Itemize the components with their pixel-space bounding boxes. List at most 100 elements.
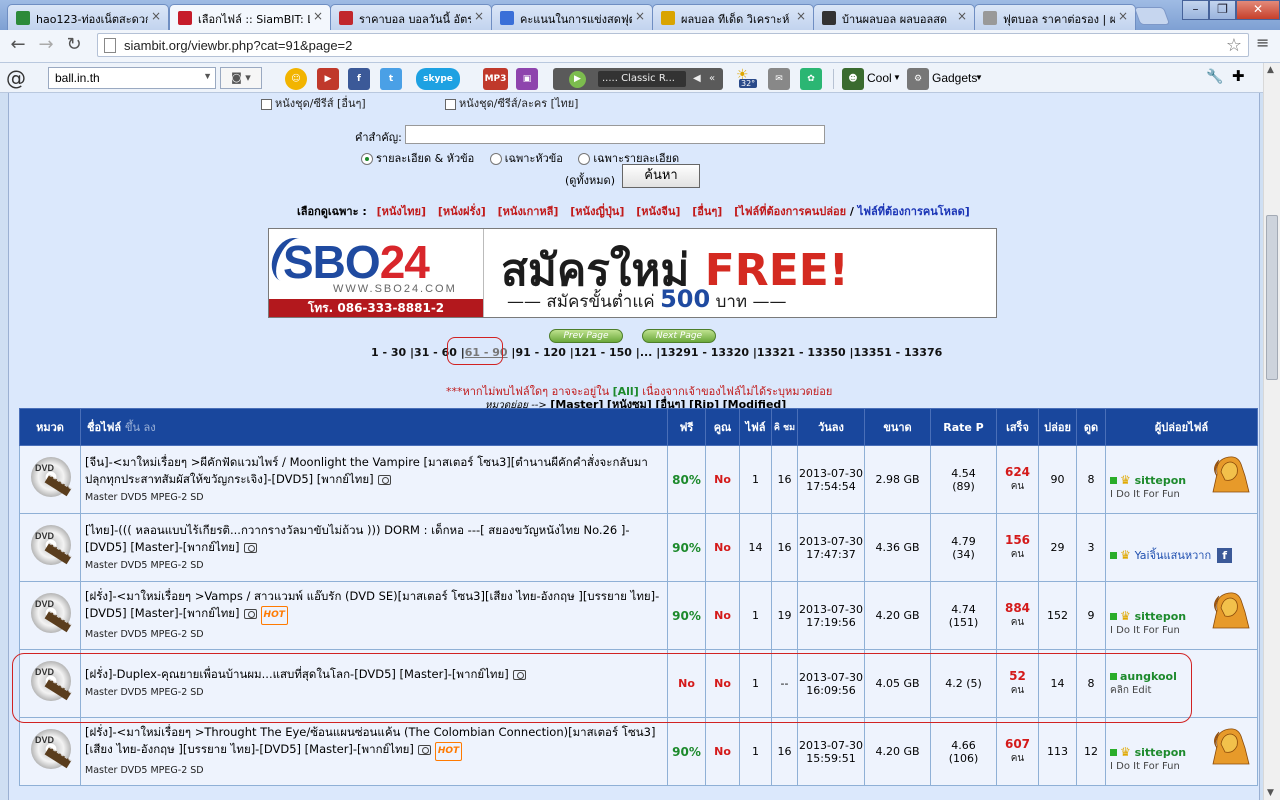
radio-title-only[interactable]: เฉพาะหัวข้อ — [489, 149, 563, 167]
uploader-name-link[interactable]: sittepon — [1135, 746, 1187, 759]
volume-icon[interactable]: ◀ — [693, 68, 701, 90]
search-button[interactable]: ค้นหา — [622, 164, 700, 188]
menu-wrench-icon[interactable]: ≡ — [1256, 33, 1269, 52]
browser-tab[interactable]: ผลบอล ทีเด็ด วิเคราะห์ × — [652, 4, 814, 30]
toolbar-logo-icon[interactable]: @ — [6, 66, 26, 90]
scrollbar-thumb[interactable] — [1266, 215, 1278, 380]
window-close-icon[interactable]: ✕ — [1236, 0, 1280, 20]
comments-cell[interactable]: 16 — [771, 445, 798, 514]
radio-player[interactable]: ▶ ..... Classic R... ◀ « — [553, 68, 723, 90]
facebook-icon[interactable]: f — [348, 68, 370, 90]
twitter-icon[interactable]: t — [380, 68, 402, 90]
radio-channel-select[interactable]: ..... Classic R... — [598, 71, 686, 87]
maximize-icon[interactable]: ❐ — [1209, 0, 1236, 20]
rewind-icon[interactable]: « — [709, 68, 715, 90]
page-link[interactable]: 1 - 30 — [371, 346, 406, 359]
mail-icon[interactable]: ✉ — [768, 68, 790, 90]
forward-arrow-icon[interactable]: → — [34, 34, 58, 58]
browser-tab[interactable]: ราคาบอล บอลวันนี้ อัตรา × — [330, 4, 492, 30]
screenshot-icon[interactable]: ▣ — [516, 68, 538, 90]
uploader-name-link[interactable]: Yaiจิ้นแสนหวาก — [1135, 549, 1212, 562]
filter-foreign-link[interactable]: [หนังฝรั่ง] — [438, 205, 486, 218]
close-icon[interactable]: × — [1116, 9, 1130, 23]
play-icon[interactable]: ▶ — [569, 71, 586, 88]
checkbox[interactable] — [445, 98, 456, 110]
new-tab-button[interactable] — [1133, 7, 1171, 25]
prev-page-button[interactable]: Prev Page — [549, 329, 623, 343]
dvd-category-icon[interactable]: DVD — [29, 593, 72, 635]
toolbar-search-button[interactable]: ◙ ▾ — [220, 67, 262, 89]
page-link[interactable]: 13291 - 13320 — [660, 346, 749, 359]
close-icon[interactable]: × — [794, 9, 808, 23]
dvd-category-icon[interactable]: DVD — [29, 525, 72, 567]
skype-icon[interactable]: skype — [416, 68, 460, 90]
add-gadget-icon[interactable]: ✚ — [1232, 67, 1245, 85]
smiley-icon[interactable]: ☺ — [285, 68, 307, 90]
dvd-category-icon[interactable]: DVD — [29, 457, 72, 499]
dvd-category-icon[interactable]: DVD — [29, 729, 72, 771]
weather-widget[interactable]: ☀ 32° — [736, 67, 758, 91]
close-icon[interactable]: × — [149, 9, 163, 23]
cool-menu[interactable]: Cool — [867, 71, 892, 85]
checkbox[interactable] — [261, 98, 272, 110]
wanted-seed-link[interactable]: [ไฟล์ที่ต้องการคนปล่อย — [734, 205, 846, 218]
reload-icon[interactable]: ↻ — [62, 34, 86, 58]
share-icon[interactable]: ✿ — [800, 68, 822, 90]
radio-detail-and-title[interactable]: รายละเอียด & หัวข้อ — [361, 149, 474, 167]
comments-cell[interactable]: -- — [771, 649, 798, 718]
sort-links[interactable]: ขึ้น ลง — [125, 421, 156, 434]
close-icon[interactable]: × — [472, 9, 486, 23]
view-all-link[interactable]: (ดูทั้งหมด) — [565, 171, 615, 189]
uploader-name-link[interactable]: sittepon — [1135, 610, 1187, 623]
browser-tab[interactable]: hao123-ท่องเน็ตสะดวก × — [7, 4, 169, 30]
cool-icon[interactable]: ☻ — [842, 68, 864, 90]
chevron-down-icon[interactable]: ▼ — [893, 73, 901, 82]
comments-cell[interactable]: 16 — [771, 513, 798, 582]
gadgets-menu[interactable]: Gadgets — [932, 71, 977, 85]
address-bar[interactable]: siambit.org/viewbr.php?cat=91&page=2 ☆ — [97, 33, 1249, 57]
scroll-up-icon[interactable]: ▲ — [1267, 65, 1274, 75]
page-link[interactable]: 13351 - 13376 — [853, 346, 942, 359]
radio-button[interactable] — [489, 153, 502, 165]
browser-tab[interactable]: ฟุตบอล ราคาต่อรอง | ผ × — [974, 4, 1136, 30]
page-scrollbar[interactable]: ▲ ▼ — [1263, 63, 1280, 800]
mp3-icon[interactable]: MP3 — [483, 68, 508, 90]
toolbar-search-input[interactable]: ball.in.th ▼ — [48, 67, 216, 89]
minimize-icon[interactable]: – — [1182, 0, 1209, 20]
page-link[interactable]: 121 - 150 — [574, 346, 632, 359]
comments-cell[interactable]: 19 — [771, 581, 798, 650]
filter-korean-link[interactable]: [หนังเกาหลี] — [498, 205, 559, 218]
dvd-category-icon[interactable]: DVD — [29, 661, 72, 703]
filter-other-link[interactable]: [อื่นๆ] — [692, 205, 722, 218]
wrench-icon[interactable]: 🔧 — [1206, 68, 1223, 85]
next-page-button[interactable]: Next Page — [642, 329, 716, 343]
bookmark-star-icon[interactable]: ☆ — [1226, 35, 1242, 56]
browser-tab[interactable]: คะแนนในการแข่งสดฟุต × — [491, 4, 653, 30]
file-title-link[interactable]: [ไทย]-((( หลอนแบบไร้เกียรติ...กวากรางวัล… — [85, 523, 630, 554]
category-checkbox-thai-series[interactable]: หนังชุด/ซีรีส์/ละคร [ไทย] — [445, 94, 578, 112]
uploader-name-link[interactable]: sittepon — [1135, 474, 1187, 487]
file-title-link[interactable]: [ฝรั่ง]-<มาใหม่เรื่อยๆ >Throught The Eye… — [85, 725, 655, 756]
filter-thai-link[interactable]: [หนังไทย] — [377, 205, 426, 218]
back-arrow-icon[interactable]: ← — [6, 34, 30, 58]
browser-tab[interactable]: บ้านผลบอล ผลบอลสด × — [813, 4, 975, 30]
comments-cell[interactable]: 16 — [771, 717, 798, 786]
chevron-down-icon[interactable]: ▼ — [203, 71, 212, 81]
page-link[interactable]: 91 - 120 — [515, 346, 566, 359]
play-vids-icon[interactable]: ▶ — [317, 68, 339, 90]
file-title-link[interactable]: [ฝรั่ง]-<มาใหม่เรื่อยๆ >Vamps / สาวแวมพ์… — [85, 589, 659, 620]
page-link[interactable]: 13321 - 13350 — [757, 346, 846, 359]
close-icon[interactable]: × — [955, 9, 969, 23]
file-title-link[interactable]: [จีน]-<มาใหม่เรื่อยๆ >ผีคักฟัดแวมไพร์ / … — [85, 455, 648, 486]
category-checkbox-other-series[interactable]: หนังชุด/ซีรีส์ [อื่นๆ] — [261, 94, 366, 112]
close-icon[interactable]: × — [311, 9, 325, 23]
keyword-input[interactable] — [405, 125, 825, 144]
radio-button[interactable] — [578, 153, 591, 165]
filter-japanese-link[interactable]: [หนังญี่ปุ่น] — [570, 205, 624, 218]
file-title-link[interactable]: [ฝรั่ง]-Duplex-คุณยายเพื่อนบ้านผม...แสบท… — [85, 667, 509, 681]
uploader-name-link[interactable]: aungkool — [1120, 670, 1177, 683]
filter-chinese-link[interactable]: [หนังจีน] — [636, 205, 680, 218]
browser-tab[interactable]: เลือกไฟล์ :: SiamBIT: L × — [169, 4, 331, 30]
radio-button[interactable] — [361, 153, 373, 165]
close-icon[interactable]: × — [633, 9, 647, 23]
